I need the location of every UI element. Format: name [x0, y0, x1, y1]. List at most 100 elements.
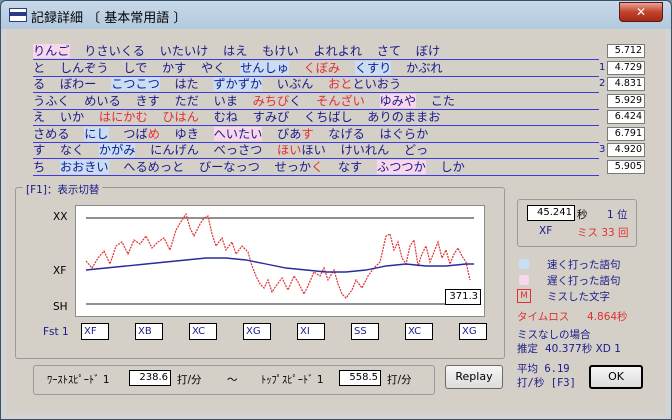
tilde: ～ — [227, 374, 238, 386]
word-fast: にし — [84, 126, 109, 141]
fst-grade-box: SS — [351, 323, 379, 340]
word-text: はた — [159, 77, 214, 91]
word-text: く — [289, 93, 317, 108]
close-button[interactable]: ✕ — [619, 2, 663, 22]
word-fast: くすり — [354, 60, 392, 75]
title-bar: 記録詳細 〔 基本常用語 〕 ✕ — [1, 1, 671, 29]
typed-text-area: りんご りさいくる いたいけ はえ もけい よれよれ さて ぼけ 5.712 と し… — [33, 43, 645, 176]
row-number: 1 — [599, 61, 606, 73]
slow-swatch — [519, 275, 529, 285]
timeloss-label: タイムロス — [517, 311, 570, 323]
word-text: ち — [33, 159, 60, 174]
word-text: る ぼわー — [33, 77, 112, 91]
red-speed-line — [85, 212, 471, 299]
ok-button[interactable]: OK — [589, 365, 643, 389]
word-fast: こつこつ — [111, 77, 160, 91]
word-miss: ほい — [277, 143, 302, 157]
word-text — [365, 94, 380, 108]
legend-fast: 速く打った語句 — [547, 259, 621, 271]
word-text: つば — [108, 126, 148, 141]
word-text: かぶれ — [391, 60, 443, 75]
word-miss: くぼみ — [303, 60, 341, 75]
word-text: へるめっと びーなっつ せっか — [108, 159, 312, 174]
word-slow: ふつつか — [377, 159, 426, 174]
worst-speed-label: ﾜｰｽﾄｽﾋﾟｰﾄﾞ 1 — [47, 374, 110, 386]
row-score: 4.729 — [607, 60, 645, 75]
graph-value-box: 371.3 — [445, 289, 481, 305]
row-score: 4.920 — [607, 143, 645, 157]
row-number: 3 — [599, 144, 606, 155]
word-slow: ゆみや — [379, 93, 417, 108]
typed-row: りんご りさいくる いたいけ はえ もけい よれよれ さて ぼけ — [33, 43, 599, 60]
word-text: むね すみび くちばし ありのままお — [198, 110, 441, 124]
row-number: 2 — [599, 78, 606, 89]
fst-grade-box: XG — [243, 323, 271, 340]
miss-mark-icon: M — [517, 289, 531, 303]
fst-grade-box: XG — [459, 323, 487, 340]
word-fast: かがみ — [98, 143, 136, 157]
word-text: と しんぞう しで かす やく — [33, 60, 241, 75]
row-score: 6.424 — [607, 110, 645, 124]
nomiss-label: ミスなしの場合 — [517, 329, 591, 341]
word-text: す なく — [33, 143, 99, 157]
fst-label: Fst 1 — [43, 326, 69, 338]
axis-bottom-label: SH — [53, 301, 68, 313]
speed-graph-svg — [85, 212, 474, 305]
time-value: 45.241 — [527, 205, 575, 221]
top-speed-value: 558.5 — [339, 370, 381, 386]
average-line2[interactable]: 打/秒 [F3] — [517, 375, 576, 390]
row-score: 6.791 — [607, 126, 645, 141]
speed-graph — [75, 205, 485, 317]
typed-row: る ぼわー こつこつ はた ずかずか いぶん おとといおう — [33, 76, 599, 93]
word-text — [289, 61, 304, 75]
axis-top-label: XX — [53, 211, 68, 223]
estimate-label: 推定 — [517, 343, 538, 355]
record-detail-window: 記録詳細 〔 基本常用語 〕 ✕ りんご りさいくる いたいけ はえ もけい よ… — [0, 0, 672, 420]
word-text: いぶん — [262, 77, 329, 91]
fst-grade-box: XC — [405, 323, 433, 340]
word-miss: め — [147, 126, 160, 141]
fast-swatch — [519, 259, 529, 269]
estimate-value: 40.377秒 XD 1 — [545, 343, 621, 355]
legend-slow: 遅く打った語句 — [547, 275, 621, 287]
word-slow: へいたい — [213, 126, 263, 141]
fst-grade-box: XC — [189, 323, 217, 340]
miss-count: ミス 33 回 — [577, 227, 629, 239]
typed-row: さめる にし つばめ ゆき へいたい びあす なげる はぐらか — [33, 126, 599, 143]
word-miss: おと — [328, 77, 353, 91]
app-icon — [9, 8, 27, 22]
fst-grade-box: XF — [81, 323, 109, 340]
word-text: といおう — [352, 77, 402, 91]
word-miss: みちび — [252, 93, 290, 108]
axis-mid-label: XF — [53, 265, 67, 277]
word-text: りさいくる いたいけ はえ もけい よれよれ さて ぼけ — [69, 44, 441, 58]
typed-row: す なく かがみ にんげん べっさつ ほいほい けいれん どっ — [33, 142, 599, 159]
word-text: さめる — [33, 126, 85, 141]
fst-grade-box: XI — [297, 323, 325, 340]
word-text: え いか — [33, 110, 99, 124]
word-text: うふく めいる きす ただ いま — [33, 93, 253, 108]
legend-miss: ミスした文字 — [547, 291, 610, 303]
time-unit: 秒 — [577, 209, 588, 221]
word-miss: そんざい — [316, 93, 365, 108]
typed-row: ち おおきい へるめっと びーなっつ せっかく なす ふつつか しか — [33, 159, 599, 176]
row-score: 5.905 — [607, 159, 645, 174]
word-miss: はにかむ — [98, 110, 148, 124]
word-text: ほい けいれん どっ — [301, 143, 429, 157]
word-text: しか — [425, 159, 465, 174]
word-miss: す — [301, 126, 314, 141]
word-text: ゆき — [159, 126, 214, 141]
word-text: こた — [416, 93, 456, 108]
top-speed-label: ﾄｯﾌﾟｽﾋﾟｰﾄﾞ 1 — [261, 374, 324, 386]
rank: 1 位 — [607, 209, 628, 221]
dialog-body: りんご りさいくる いたいけ はえ もけい よれよれ さて ぼけ 5.712 と し… — [7, 29, 665, 413]
replay-button[interactable]: Replay — [445, 365, 503, 389]
panel-label[interactable]: [F1]：表示切替 — [23, 182, 103, 197]
typed-row: え いか はにかむ ひはん むね すみび くちばし ありのままお — [33, 109, 599, 126]
word-text: なげる はぐらか — [313, 126, 429, 141]
row-score: 5.929 — [607, 93, 645, 108]
blue-average-line — [85, 257, 474, 273]
typed-row: と しんぞう しで かす やく せんしゅ くぼみ くすり かぶれ — [33, 60, 599, 77]
word-text: びあ — [262, 126, 302, 141]
top-speed-unit: 打/分 — [387, 374, 412, 386]
